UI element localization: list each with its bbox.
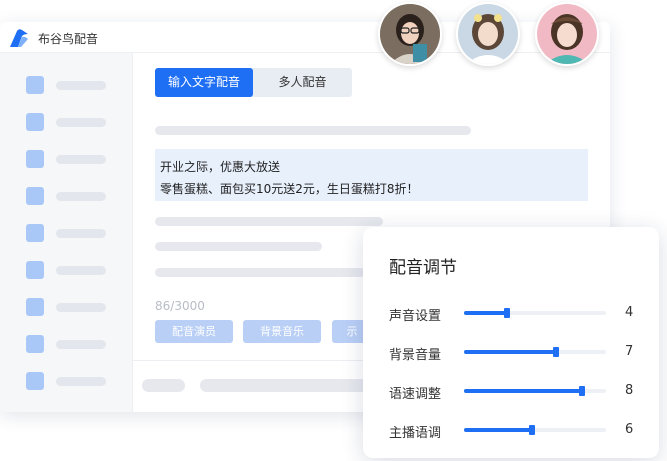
tab-multi-dubbing[interactable]: 多人配音: [253, 68, 352, 97]
sidebar-item[interactable]: [26, 224, 126, 242]
sidebar-item-placeholder: [56, 81, 106, 90]
voice-setting-label: 声音设置: [389, 309, 442, 324]
sidebar-item[interactable]: [26, 113, 126, 131]
avatar-portrait-icon: [380, 4, 440, 64]
sidebar-item-placeholder: [56, 266, 106, 275]
sidebar-item-icon: [26, 76, 44, 94]
text-placeholder-line: [155, 242, 322, 251]
sidebar-item-placeholder: [56, 118, 106, 127]
character-counter: 86/3000: [155, 299, 205, 313]
avatar-portrait-icon: [458, 4, 518, 64]
sidebar-item[interactable]: [26, 150, 126, 168]
voice-actor-button[interactable]: 配音演员: [155, 320, 233, 343]
slider-fill: [464, 428, 533, 432]
slider-handle[interactable]: [553, 347, 560, 357]
speech-speed-label: 语速调整: [389, 387, 442, 402]
sidebar-item-icon: [26, 335, 44, 353]
script-line-1: 开业之际，优惠大放送: [160, 160, 281, 174]
sidebar-item[interactable]: [26, 187, 126, 205]
sidebar-item-icon: [26, 224, 44, 242]
script-text-area[interactable]: 开业之际，优惠大放送 零售蛋糕、面包买10元送2元，生日蛋糕打8折！: [155, 149, 588, 201]
speech-speed-value: 8: [625, 383, 634, 398]
background-music-button[interactable]: 背景音乐: [243, 320, 321, 343]
slider-fill: [464, 350, 557, 354]
sidebar-item-placeholder: [56, 303, 106, 312]
text-placeholder-line: [155, 217, 383, 226]
footer-placeholder: [142, 379, 185, 392]
voice-setting-row: 声音设置 4: [363, 303, 659, 324]
anchor-tone-value: 6: [625, 422, 634, 437]
anchor-tone-label: 主播语调: [389, 426, 442, 441]
avatar[interactable]: [456, 2, 520, 66]
sidebar-item-icon: [26, 372, 44, 390]
anchor-tone-row: 主播语调 6: [363, 420, 659, 441]
sidebar: [0, 53, 133, 412]
avatar[interactable]: [535, 2, 599, 66]
voice-setting-slider[interactable]: [464, 308, 606, 318]
mode-tabs: 输入文字配音 多人配音: [155, 68, 352, 97]
dubbing-adjustment-panel: 配音调节 声音设置 4 背景音量 7 语速调整 8 主播语调 6: [363, 227, 659, 458]
voice-setting-value: 4: [625, 305, 634, 320]
script-line-2: 零售蛋糕、面包买10元送2元，生日蛋糕打8折！: [160, 182, 419, 196]
panel-title: 配音调节: [389, 258, 457, 278]
app-title: 布谷鸟配音: [38, 32, 99, 46]
sidebar-item[interactable]: [26, 335, 126, 353]
avatar[interactable]: [378, 2, 442, 66]
anchor-tone-slider[interactable]: [464, 425, 606, 435]
sidebar-item-placeholder: [56, 155, 106, 164]
tab-text-dubbing[interactable]: 输入文字配音: [155, 68, 253, 97]
sidebar-item-icon: [26, 187, 44, 205]
sidebar-item-icon: [26, 298, 44, 316]
speech-speed-slider[interactable]: [464, 386, 606, 396]
slider-handle[interactable]: [529, 425, 536, 435]
slider-fill: [464, 311, 507, 315]
text-placeholder-line: [155, 126, 471, 135]
speech-speed-row: 语速调整 8: [363, 381, 659, 402]
sidebar-item-placeholder: [56, 377, 106, 386]
sidebar-item-placeholder: [56, 340, 106, 349]
footer-placeholder: [200, 379, 370, 392]
avatar-portrait-icon: [537, 4, 597, 64]
slider-handle[interactable]: [578, 386, 585, 396]
slider-handle[interactable]: [503, 308, 510, 318]
text-placeholder-line: [155, 268, 365, 277]
background-volume-value: 7: [625, 344, 634, 359]
sidebar-item[interactable]: [26, 76, 126, 94]
background-volume-label: 背景音量: [389, 348, 442, 363]
sidebar-item-placeholder: [56, 192, 106, 201]
sidebar-item-placeholder: [56, 229, 106, 238]
slider-fill: [464, 389, 582, 393]
sidebar-item[interactable]: [26, 298, 126, 316]
cuckoo-bird-logo-icon: [10, 29, 28, 47]
sidebar-item-icon: [26, 261, 44, 279]
sidebar-item-icon: [26, 113, 44, 131]
background-volume-row: 背景音量 7: [363, 342, 659, 363]
sidebar-item-icon: [26, 150, 44, 168]
sidebar-item[interactable]: [26, 372, 126, 390]
background-volume-slider[interactable]: [464, 347, 606, 357]
sidebar-item[interactable]: [26, 261, 126, 279]
